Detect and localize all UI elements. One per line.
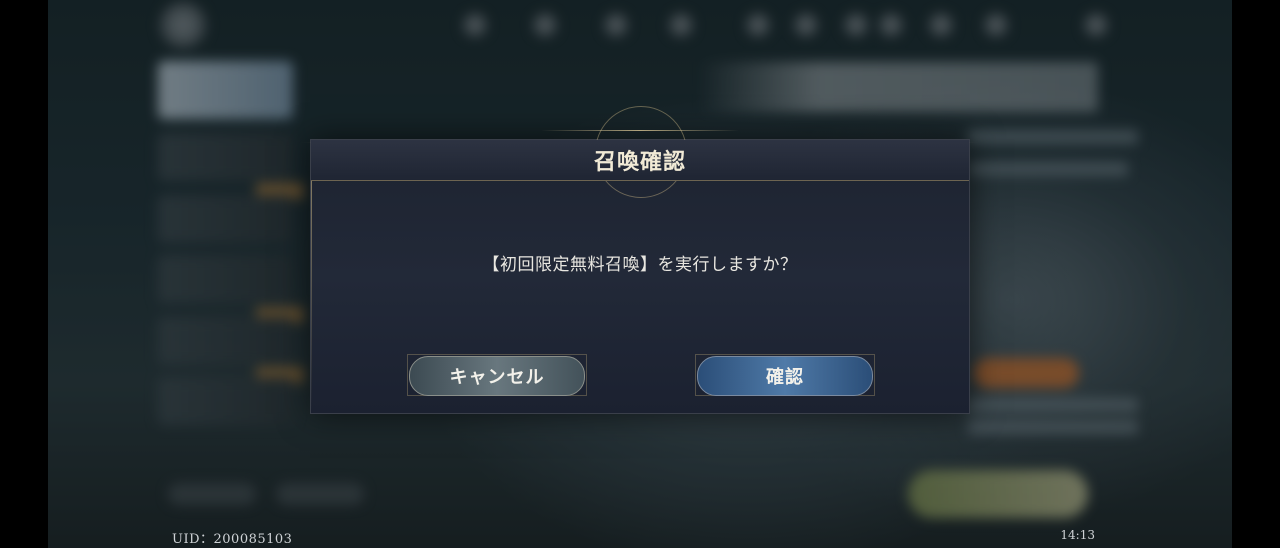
- clock-label: 14:13: [1060, 528, 1095, 542]
- ornament-line: [541, 130, 739, 131]
- dialog-title: 召喚確認: [593, 149, 686, 175]
- summon-confirm-dialog: 召喚確認 【初回限定無料召喚】を実行しますか？ キャンセル 確認: [301, 106, 979, 414]
- dialog-header: 召喚確認: [311, 140, 969, 181]
- confirm-message: 【初回限定無料召喚】を実行しますか？: [482, 255, 798, 275]
- cancel-button[interactable]: キャンセル: [409, 356, 585, 396]
- confirm-button[interactable]: 確認: [697, 356, 873, 396]
- uid-label: UID：200085103: [172, 532, 293, 547]
